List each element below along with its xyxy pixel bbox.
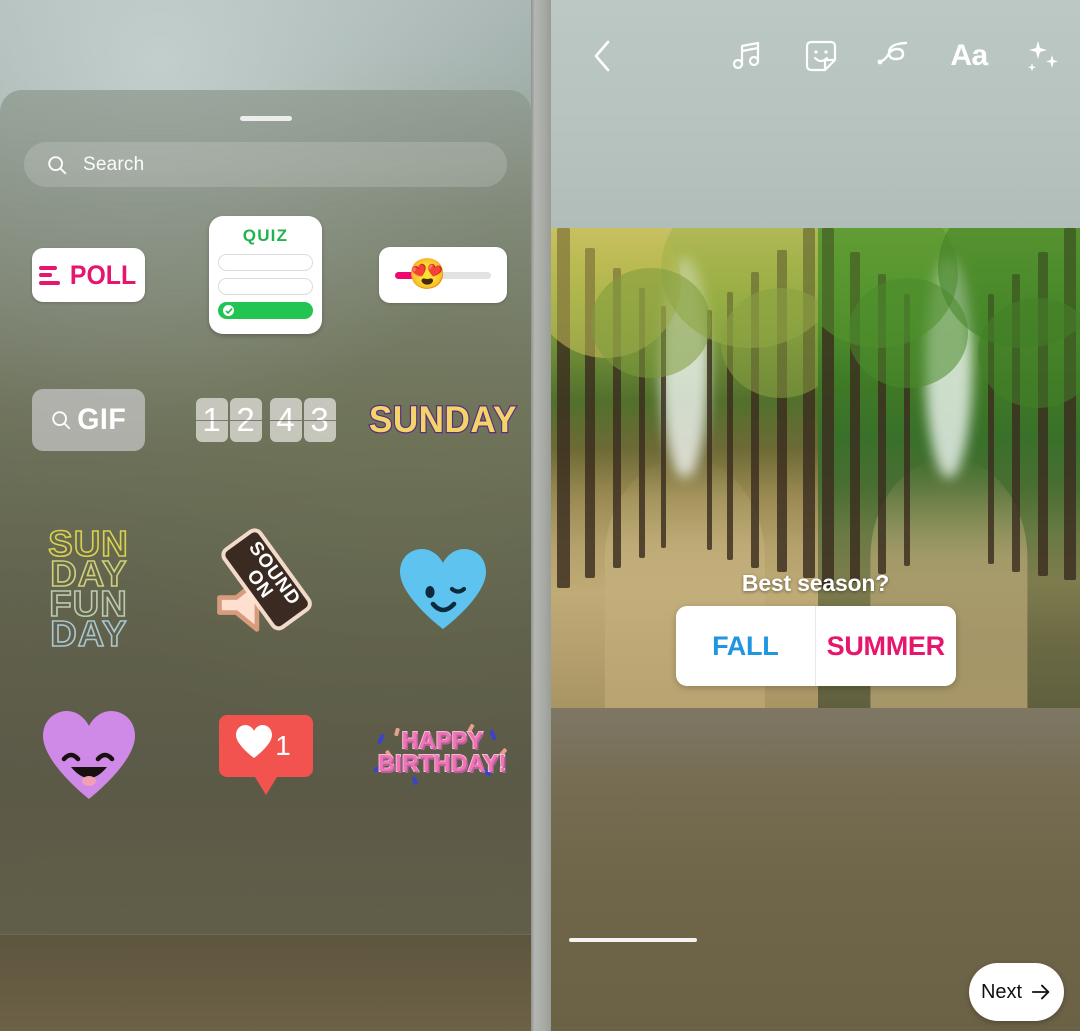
text-button[interactable]: Aa [946,33,992,79]
sticker-cell-quiz[interactable]: QUIZ [177,216,354,334]
editor-toolbar: Aa [551,32,1080,80]
music-button[interactable] [724,33,770,79]
countdown-pair: 4 3 [269,398,336,442]
poll-question: Best season? [741,570,890,596]
gif-sticker[interactable]: GIF [32,389,145,451]
squiggle-draw-icon [877,41,908,65]
toolbar-actions: Aa [724,32,1066,80]
countdown-digit: 1 [195,398,228,442]
heart-smile-icon [42,711,135,799]
home-indicator [569,938,697,942]
countdown-digit: 3 [303,398,336,442]
back-button[interactable] [581,32,625,80]
sound-on-sticker[interactable]: SOUND ON [204,530,328,645]
sticker-cell-sunday[interactable]: SUNDAY [354,398,531,442]
countdown-sticker[interactable]: 1 2 4 3 [195,398,336,442]
search-placeholder: Search [83,153,145,175]
foliage [848,278,968,388]
sticker-row: SUN DAY FUN DAY SOUND ON [0,498,531,680]
poll-answer-summer[interactable]: SUMMER [816,606,956,686]
quiz-sticker[interactable]: QUIZ [209,216,322,334]
sticker-cell-sound-on[interactable]: SOUND ON [177,530,354,645]
aa-text-icon: Aa [950,39,988,72]
search-input[interactable]: Search [24,142,507,187]
sticker-cell-slider[interactable]: 😍 [354,247,531,303]
emoji-slider-sticker[interactable]: 😍 [378,247,507,303]
happy-birthday-label: HAPPY BIRTHDAY! [373,727,513,776]
sticker-cell-happy-birthday[interactable]: HAPPY BIRTHDAY! [354,720,531,790]
sticker-smiley-icon [805,40,837,72]
poll-overlay[interactable]: Best season? FALL SUMMER [551,570,1080,686]
quiz-option [218,278,313,295]
countdown-digit: 4 [269,398,302,442]
confetti [410,776,419,786]
arrow-right-icon [1031,984,1050,1000]
countdown-pair: 1 2 [195,398,262,442]
slider-emoji-icon: 😍 [408,258,446,291]
poll-sticker-label: POLL [69,259,136,290]
quiz-option-correct [218,302,313,319]
hbd-line2: BIRTHDAY! [377,750,507,776]
sticker-cell-countdown[interactable]: 1 2 4 3 [177,398,354,442]
sticker-cell-sunday-funday[interactable]: SUN DAY FUN DAY [0,524,177,655]
quiz-option [218,254,313,271]
like-count-value: 1 [275,730,291,761]
hbd-line1: HAPPY [401,727,484,753]
poll-bars-icon [38,265,60,285]
sticker-cell-heart-wink[interactable] [354,547,531,631]
sheet-drag-handle[interactable] [239,116,292,121]
poll-answer-fall[interactable]: FALL [676,606,816,686]
sticker-grid: POLL QUIZ 😍 GIF 1 2 4 3 SUNDAY SUN DAY F… [0,208,531,830]
sticker-row: POLL QUIZ 😍 [0,208,531,342]
sunday-funday-sticker[interactable]: SUN DAY FUN DAY [47,524,128,655]
sticker-row: GIF 1 2 4 3 SUNDAY [0,342,531,498]
effects-button[interactable] [1020,33,1066,79]
sparkles-icon [1028,41,1058,72]
sticker-cell-heart-smile[interactable] [0,709,177,801]
search-icon [48,155,67,174]
like-count-sticker[interactable]: 1 [217,713,315,797]
sunday-text-sticker[interactable]: SUNDAY [367,398,517,442]
sticker-tray-panel: Search POLL QUIZ 😍 GIF 1 2 4 3 SUNDAY SU… [0,0,531,1031]
next-button[interactable]: Next [969,963,1064,1021]
sticker-button[interactable] [798,33,844,79]
story-editor-panel: Aa Best season? FALL SUMMER Next [551,0,1080,1031]
quiz-sticker-label: QUIZ [242,226,289,245]
foliage [591,268,711,378]
winking-heart-sticker[interactable] [397,547,489,631]
screen-root: Search POLL QUIZ 😍 GIF 1 2 4 3 SUNDAY SU… [0,0,1080,1031]
panel-divider [531,0,551,1031]
tree-trunk [707,310,712,550]
sticker-sheet: Search POLL QUIZ 😍 GIF 1 2 4 3 SUNDAY SU… [0,90,531,935]
music-note-icon [732,41,760,70]
heart-wink-icon [399,549,486,629]
check-icon [223,305,234,316]
countdown-digit: 2 [229,398,262,442]
next-button-label: Next [980,980,1023,1003]
search-icon [51,411,70,430]
poll-sticker[interactable]: POLL [32,248,145,302]
sticker-cell-poll[interactable]: POLL [0,248,177,302]
like-bubble-icon: 1 [218,715,313,795]
gif-sticker-label: GIF [77,403,126,436]
sfd-line: DAY [49,613,128,655]
happy-birthday-sticker[interactable]: HAPPY BIRTHDAY! [372,720,513,790]
draw-button[interactable] [872,33,918,79]
sticker-row: 1 HAPPY BIRTHDAY! [0,680,531,830]
back-chevron-icon [594,40,610,72]
sticker-cell-gif[interactable]: GIF [0,389,177,451]
sticker-cell-like[interactable]: 1 [177,713,354,797]
poll-answers: FALL SUMMER [675,606,956,686]
smiling-heart-sticker[interactable] [40,709,138,801]
